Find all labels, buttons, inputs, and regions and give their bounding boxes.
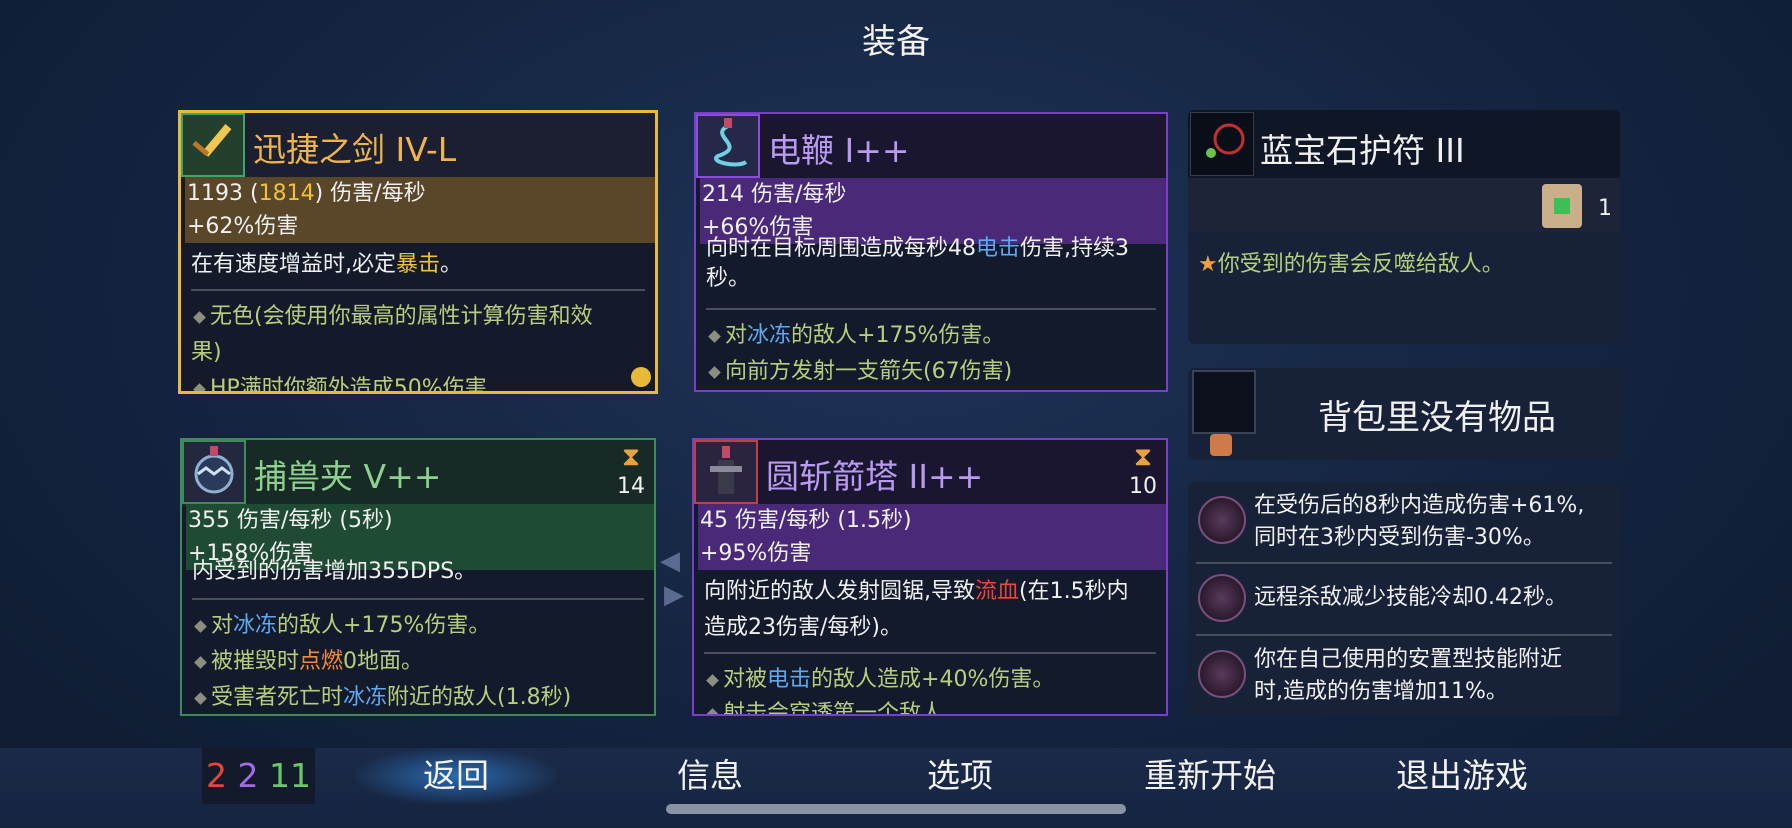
weapon-dps: 45 伤害/每秒 (1.5秒): [698, 504, 1166, 538]
weapon-effect: 被摧毁时点燃0地面。: [192, 644, 648, 680]
weapon-effect-cont: 果): [191, 340, 222, 365]
divider: [704, 652, 1156, 654]
weapon-bonus: +62%伤害: [185, 211, 655, 243]
back-button[interactable]: 返回: [356, 748, 556, 804]
weapon-effect: 对冰冻的敌人+175%伤害。: [706, 318, 1160, 354]
amulet-panel[interactable]: 蓝宝石护符 III 1 ★你受到的伤害会反噬给敌人。: [1188, 110, 1620, 344]
divider: [191, 289, 645, 291]
cooldown-timer: ⧗ 10: [1129, 442, 1157, 499]
weapon-description: 在有速度增益时,必定暴击。: [191, 252, 463, 277]
card-header: [696, 114, 1166, 180]
weapon-card-tower[interactable]: 圆斩箭塔 II++ ⧗ 10 45 伤害/每秒 (1.5秒) +95%伤害 向附…: [692, 438, 1168, 716]
weapon-card-sword[interactable]: 迅捷之剑 IV-L 1193 (1814) 伤害/每秒 +62%伤害 在有速度增…: [178, 110, 658, 394]
rage-icon: [1198, 496, 1246, 544]
backpack-empty-text: 背包里没有物品: [1318, 398, 1556, 438]
info-button[interactable]: 信息: [620, 748, 800, 804]
cooldown-timer: ⧗ 14: [617, 442, 645, 499]
hourglass-icon: ⧗: [621, 442, 641, 472]
weapon-description: 向时在目标周围造成每秒48电击伤害,持续3: [706, 236, 1130, 261]
passive-text: 在受伤后的8秒内造成伤害+61%, 同时在3秒内受到伤害-30%。: [1254, 493, 1585, 550]
page-title: 装备: [862, 22, 930, 62]
green-scroll-count: 11: [269, 756, 311, 795]
whip-icon: [696, 114, 760, 178]
weapon-effect: 对冰冻的敌人+175%伤害。: [192, 608, 648, 644]
weapon-effect: 无色(会使用你最高的属性计算伤害和效: [191, 299, 649, 335]
weapon-bonus: +95%伤害: [698, 538, 1166, 570]
hourglass-icon: ⧗: [1133, 442, 1153, 472]
star-icon: ★: [1198, 252, 1218, 277]
weapon-effect: HP满时你额外造成50%伤害: [191, 371, 649, 391]
weapon-effect: 向前方发射一支箭矢(67伤害): [706, 354, 1160, 390]
swap-right-arrow-icon[interactable]: ▶: [664, 580, 684, 610]
divider: [192, 598, 644, 600]
weapon-description: 向附近的敌人发射圆锯,导致流血(在1.5秒内: [704, 579, 1129, 604]
passive-text: 你在自己使用的安置型技能附近 时,造成的伤害增加11%。: [1254, 647, 1563, 704]
amulet-effect: ★你受到的伤害会反噬给敌人。: [1198, 252, 1504, 277]
weapon-effect: 对被电击的敌人造成+40%伤害。: [704, 662, 1160, 698]
weapon-name: 迅捷之剑 IV-L: [253, 130, 457, 169]
quit-button[interactable]: 退出游戏: [1372, 748, 1552, 804]
passive-row[interactable]: 远程杀敌减少技能冷却0.42秒。: [1194, 570, 1614, 630]
swap-left-arrow-icon[interactable]: ◀: [660, 546, 680, 576]
scroll-counters: 2 2 11: [202, 748, 315, 804]
restart-button[interactable]: 重新开始: [1120, 748, 1300, 804]
trap-icon: [182, 440, 246, 504]
backpack-panel[interactable]: 背包里没有物品: [1188, 368, 1620, 460]
backpack-slot[interactable]: [1192, 370, 1256, 434]
weapon-effect: 射击会穿透第一个敌人: [704, 696, 1160, 714]
scroll-count: 1: [1598, 196, 1612, 221]
tower-icon: [694, 440, 758, 504]
bottom-menu-bar: 2 2 11 返回 信息 选项 重新开始 退出游戏: [0, 748, 1792, 828]
divider: [1196, 562, 1612, 564]
passive-row[interactable]: 在受伤后的8秒内造成伤害+61%, 同时在3秒内受到伤害-30%。: [1194, 488, 1614, 558]
weapon-name: 捕兽夹 V++: [254, 457, 442, 496]
arrow-icon: [1198, 574, 1246, 622]
weapon-name: 电鞭 I++: [768, 131, 910, 170]
weapon-name: 圆斩箭塔 II++: [766, 457, 984, 496]
weapon-description-cont: 造成23伤害/每秒)。: [704, 615, 902, 640]
red-scroll-count: 2: [206, 756, 227, 795]
purple-scroll-count: 2: [237, 756, 259, 795]
passives-panel: 在受伤后的8秒内造成伤害+61%, 同时在3秒内受到伤害-30%。 远程杀敌减少技…: [1188, 482, 1620, 716]
weapon-effect: 受害者死亡时冰冻附近的敌人(1.8秒): [192, 680, 648, 714]
home-indicator[interactable]: [666, 804, 1126, 814]
amulet-icon: [1190, 112, 1254, 176]
divider: [706, 308, 1156, 310]
weapon-card-whip[interactable]: 电鞭 I++ 214 伤害/每秒 +66%伤害 向时在目标周围造成每秒48电击伤…: [694, 112, 1168, 392]
gold-corner-ornament: [631, 367, 651, 387]
passive-text: 远程杀敌减少技能冷却0.42秒。: [1254, 585, 1567, 610]
weapon-description: 内受到的伤害增加355DPS。: [192, 559, 477, 584]
options-button[interactable]: 选项: [870, 748, 1050, 804]
weapon-card-trap[interactable]: 捕兽夹 V++ ⧗ 14 355 伤害/每秒 (5秒) +158%伤害 内受到的…: [180, 438, 656, 716]
weapon-description-cont: 秒。: [706, 266, 751, 291]
passive-row[interactable]: 你在自己使用的安置型技能附近 时,造成的伤害增加11%。: [1194, 642, 1614, 712]
weapon-dps: 355 伤害/每秒 (5秒): [186, 504, 654, 538]
weapon-dps: 1193 (1814) 伤害/每秒: [185, 177, 655, 211]
sword-icon: [181, 113, 245, 177]
scroll-icon: [1542, 184, 1582, 228]
trap-icon: [1198, 650, 1246, 698]
weapon-dps: 214 伤害/每秒: [700, 178, 1166, 212]
divider: [1196, 634, 1612, 636]
backpack-small-icon: [1210, 434, 1232, 456]
amulet-name: 蓝宝石护符 III: [1260, 131, 1465, 170]
